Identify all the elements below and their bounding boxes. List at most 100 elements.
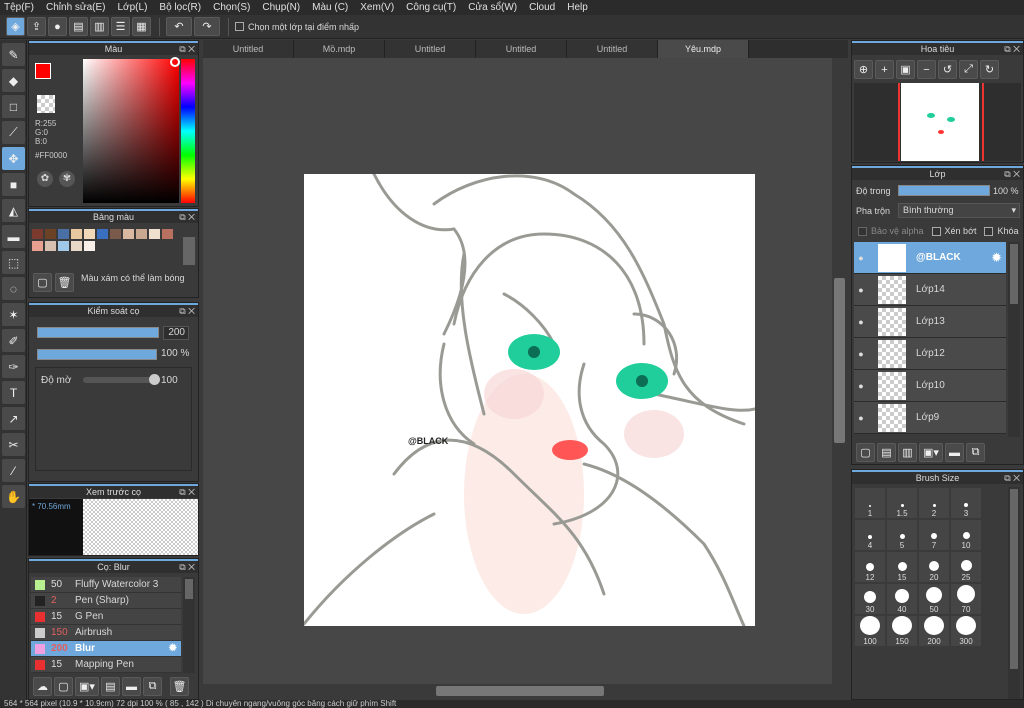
brush-size-cell[interactable]: 20 xyxy=(919,552,949,582)
brush-size-cell[interactable]: 200 xyxy=(919,616,949,646)
document-tab[interactable]: Mồ.mdp xyxy=(294,40,385,58)
palette-swatch[interactable] xyxy=(71,241,82,251)
menu-item[interactable]: Chụp(N) xyxy=(262,2,300,13)
rect-tool-icon[interactable]: □ xyxy=(2,95,25,118)
brush-row[interactable]: 15 Mapping Pen xyxy=(31,657,181,673)
document-tab[interactable]: Untitled xyxy=(385,40,476,58)
gradient-tool-icon[interactable]: ▬ xyxy=(2,225,25,248)
brush-size-cell[interactable]: 12 xyxy=(855,552,885,582)
grid-icon[interactable]: ▦ xyxy=(132,17,151,36)
palette-swatch[interactable] xyxy=(136,229,147,239)
menu-item[interactable]: Cửa sổ(W) xyxy=(468,2,517,13)
color-picker-cursor[interactable] xyxy=(170,57,180,67)
eyedropper-icon[interactable]: ⁄ xyxy=(2,459,25,482)
palette-swatch[interactable] xyxy=(84,229,95,239)
saturation-value-picker[interactable] xyxy=(83,59,179,203)
magic-wand-icon[interactable]: ✶ xyxy=(2,303,25,326)
menu-item[interactable]: Bộ lọc(R) xyxy=(159,2,201,13)
export-icon[interactable]: ⇪ xyxy=(27,17,46,36)
layer-scroll-thumb[interactable] xyxy=(1010,244,1018,304)
fit-icon[interactable]: ▣ xyxy=(896,60,915,79)
move-tool-icon[interactable]: ✥ xyxy=(2,147,25,170)
new-swatch-icon[interactable]: ▢ xyxy=(33,273,52,292)
rotate-right-icon[interactable]: ↻ xyxy=(980,60,999,79)
delete-swatch-icon[interactable]: 🗑 xyxy=(55,273,74,292)
protect-alpha-checkbox[interactable] xyxy=(858,226,867,236)
eraser-tool-icon[interactable]: ◆ xyxy=(2,69,25,92)
blur-slider-knob[interactable] xyxy=(149,374,160,385)
select-tool-icon[interactable]: ⬚ xyxy=(2,251,25,274)
palette-swatch[interactable] xyxy=(123,229,134,239)
menu-item[interactable]: Cloud xyxy=(529,2,555,13)
document-tab[interactable]: Yêu.mdp xyxy=(658,40,749,58)
eye-icon[interactable]: ● xyxy=(854,413,868,423)
hue-slider[interactable] xyxy=(181,59,195,203)
palette-swatch[interactable] xyxy=(149,229,160,239)
divide-tool-icon[interactable]: ✂ xyxy=(2,433,25,456)
layer-menu-icon[interactable]: ▣▾ xyxy=(919,443,943,462)
panel-close-icon[interactable]: ⧉ ✕ xyxy=(179,486,195,498)
brush-row[interactable]: 2 Pen (Sharp) xyxy=(31,593,181,609)
brush-size-cell[interactable]: 25 xyxy=(951,552,981,582)
panel-close-icon[interactable]: ⧉ ✕ xyxy=(179,561,195,573)
brush-row[interactable]: 150 Airbrush xyxy=(31,625,181,641)
layer-row[interactable]: ● Lớp9 xyxy=(854,402,1006,434)
menu-item[interactable]: Chỉnh sửa(E) xyxy=(46,2,106,13)
list-icon[interactable]: ☰ xyxy=(111,17,130,36)
brush-size-cell[interactable]: 1 xyxy=(855,488,885,518)
panel-close-icon[interactable]: ⧉ ✕ xyxy=(179,43,195,55)
canvas-horizontal-scrollbar[interactable] xyxy=(203,684,832,698)
new-brush-icon[interactable]: ▢ xyxy=(54,677,73,696)
eye-icon[interactable]: ● xyxy=(854,381,868,391)
pen-tool-icon[interactable]: ⟋ xyxy=(2,121,25,144)
brush-size-cell[interactable]: 150 xyxy=(887,616,917,646)
eye-icon[interactable]: ● xyxy=(854,317,868,327)
brush-size-scroll-thumb[interactable] xyxy=(1010,489,1018,669)
cloud-brush-icon[interactable]: ☁ xyxy=(33,677,52,696)
panel-close-icon[interactable]: ⧉ ✕ xyxy=(179,211,195,223)
canvas-workspace[interactable]: @BLACK xyxy=(203,58,832,684)
navigator-preview[interactable] xyxy=(854,83,1021,161)
operation-tool-icon[interactable]: ↗ xyxy=(2,407,25,430)
brush-size-cell[interactable]: 300 xyxy=(951,616,981,646)
palette-wheel-icon[interactable]: ✿ xyxy=(37,171,53,187)
palette-swatch[interactable] xyxy=(58,241,69,251)
select-pen-icon[interactable]: ✐ xyxy=(2,329,25,352)
rotate-left-icon[interactable]: ↺ xyxy=(938,60,957,79)
brush-row[interactable]: 50 Fluffy Watercolor 3 xyxy=(31,577,181,593)
vertical-scroll-thumb[interactable] xyxy=(834,278,845,443)
panel-close-icon[interactable]: ⧉ ✕ xyxy=(1004,472,1020,484)
menu-item[interactable]: Công cụ(T) xyxy=(406,2,456,13)
text-tool-icon[interactable]: T xyxy=(2,381,25,404)
new-layer-1bit-icon[interactable]: ▥ xyxy=(898,443,917,462)
brush-size-cell[interactable]: 50 xyxy=(919,584,949,614)
brush-size-cell[interactable]: 3 xyxy=(951,488,981,518)
document-icon[interactable]: ▥ xyxy=(90,17,109,36)
artwork-canvas[interactable]: @BLACK xyxy=(304,174,755,626)
brush-size-scrollbar[interactable] xyxy=(1008,487,1020,699)
menu-item[interactable]: Lớp(L) xyxy=(118,2,148,13)
brush-size-cell[interactable]: 15 xyxy=(887,552,917,582)
bucket-tool-icon[interactable]: ◭ xyxy=(2,199,25,222)
menu-item[interactable]: Màu (C) xyxy=(312,2,348,13)
blur-slider[interactable] xyxy=(83,377,155,383)
menu-item[interactable]: Xem(V) xyxy=(360,2,394,13)
folder-brush-icon[interactable]: ▬ xyxy=(122,677,141,696)
brush-size-cell[interactable]: 2 xyxy=(919,488,949,518)
palette-swatch[interactable] xyxy=(110,229,121,239)
horizontal-scroll-thumb[interactable] xyxy=(436,686,604,696)
palette-swatch[interactable] xyxy=(45,241,56,251)
transparent-swatch[interactable] xyxy=(37,95,55,113)
palette-swatch[interactable] xyxy=(32,241,43,251)
menu-item[interactable]: Help xyxy=(567,2,588,13)
gear-icon[interactable]: ✹ xyxy=(169,643,177,654)
duplicate-layer-icon[interactable]: ⧉ xyxy=(966,443,985,462)
brush-size-cell[interactable]: 100 xyxy=(855,616,885,646)
gear-icon[interactable]: ✹ xyxy=(991,250,1002,266)
brush-row[interactable]: 200 Blur ✹ xyxy=(31,641,181,657)
brush-size-cell[interactable]: 70 xyxy=(951,584,981,614)
fill-rect-tool-icon[interactable]: ■ xyxy=(2,173,25,196)
undo-button[interactable]: ↶ xyxy=(166,17,192,36)
clipping-checkbox[interactable] xyxy=(931,226,941,236)
brush-row[interactable]: 15 G Pen xyxy=(31,609,181,625)
